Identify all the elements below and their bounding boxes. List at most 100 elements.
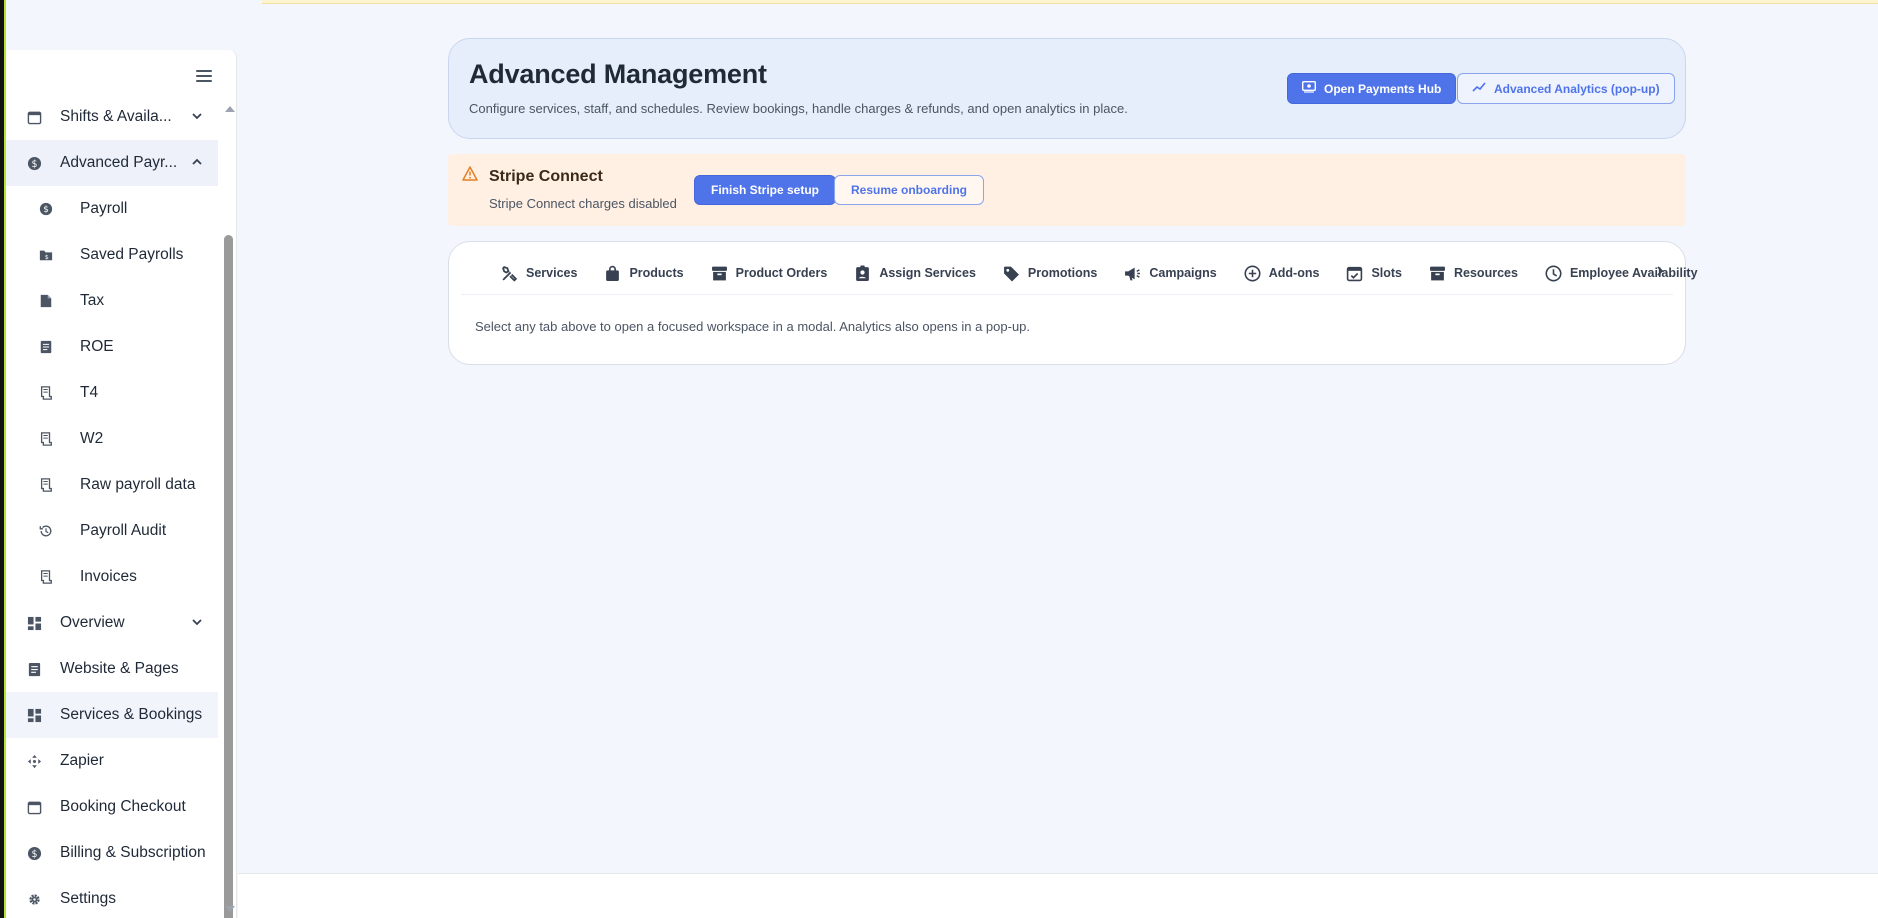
tab-label: Add-ons xyxy=(1268,266,1320,280)
document-icon xyxy=(38,339,54,355)
dollar-circle-icon: $ xyxy=(26,845,42,861)
tab-resources[interactable]: Resources xyxy=(1429,265,1518,282)
chevron-down-icon[interactable] xyxy=(190,109,204,123)
sidebar-item-label: Payroll xyxy=(80,200,128,217)
sidebar-item-booking-checkout[interactable]: Booking Checkout xyxy=(6,784,218,830)
tab-campaigns[interactable]: Campaigns xyxy=(1124,265,1217,282)
sidebar-item-saved-payrolls[interactable]: $ Saved Payrolls xyxy=(6,232,218,278)
dashboard-icon xyxy=(26,707,42,723)
scroll-up-arrow-icon[interactable] xyxy=(225,106,235,112)
folder-dollar-icon: $ xyxy=(38,247,54,263)
sidebar-item-raw-payroll-data[interactable]: Raw payroll data xyxy=(6,462,218,508)
sidebar-item-invoices[interactable]: Invoices xyxy=(6,554,218,600)
sidebar-item-label: Invoices xyxy=(80,568,137,585)
sidebar-item-payroll[interactable]: $ Payroll xyxy=(6,186,218,232)
tab-products[interactable]: Products xyxy=(604,265,684,282)
history-icon xyxy=(38,523,54,539)
stripe-connect-banner: Stripe Connect Stripe Connect charges di… xyxy=(448,154,1686,226)
sidebar-item-roe[interactable]: ROE xyxy=(6,324,218,370)
tab-assign-services[interactable]: Assign Services xyxy=(854,265,976,282)
resume-onboarding-button[interactable]: Resume onboarding xyxy=(834,175,985,205)
receipt-icon xyxy=(38,385,54,401)
megaphone-icon xyxy=(1124,265,1141,282)
tab-employee-availability[interactable]: Employee Availability xyxy=(1545,264,1698,282)
footer-bar xyxy=(238,873,1878,918)
svg-text:$: $ xyxy=(45,254,49,261)
calendar-check-icon xyxy=(1346,265,1363,282)
sidebar-item-label: Advanced Payr... xyxy=(60,154,178,171)
sidebar-item-settings[interactable]: Settings xyxy=(6,876,218,918)
tab-label: Products xyxy=(629,266,684,280)
svg-text:$: $ xyxy=(43,205,49,215)
sidebar-item-website-pages[interactable]: Website & Pages xyxy=(6,646,218,692)
sidebar-item-label: Services & Bookings xyxy=(60,706,203,723)
top-notice-band xyxy=(262,0,1878,4)
sidebar-item-label: Booking Checkout xyxy=(60,798,186,815)
sidebar-item-advanced-payroll[interactable]: $ Advanced Payr... xyxy=(6,140,218,186)
sidebar-item-label: Saved Payrolls xyxy=(80,246,184,263)
receipt-icon xyxy=(38,431,54,447)
bag-icon xyxy=(604,265,621,282)
sidebar-item-label: Shifts & Availa... xyxy=(60,108,172,125)
page-subtitle: Configure services, staff, and schedules… xyxy=(469,101,1128,116)
tabs-hint-text: Select any tab above to open a focused w… xyxy=(475,319,1031,334)
tab-label: Resources xyxy=(1454,266,1518,280)
scrollbar-thumb[interactable] xyxy=(224,235,233,918)
menu-toggle-icon[interactable] xyxy=(192,64,216,88)
sidebar-item-label: Overview xyxy=(60,614,125,631)
tab-label: Employee Availability xyxy=(1569,266,1698,280)
page-header-card: Advanced Management Configure services, … xyxy=(448,38,1686,139)
sidebar-item-label: Website & Pages xyxy=(60,660,179,677)
sidebar-item-w2[interactable]: W2 xyxy=(6,416,218,462)
sidebar-item-overview[interactable]: Overview xyxy=(6,600,218,646)
sidebar-item-shifts[interactable]: Shifts & Availa... xyxy=(6,94,218,140)
tab-slots[interactable]: Slots xyxy=(1346,265,1402,282)
tab-label: Product Orders xyxy=(735,266,828,280)
tab-services[interactable]: Services xyxy=(501,265,577,282)
sidebar-item-label: Billing & Subscription xyxy=(60,844,206,861)
sidebar-item-billing-subscription[interactable]: $ Billing & Subscription xyxy=(6,830,218,876)
plus-circle-icon xyxy=(1244,264,1261,282)
open-payments-hub-label: Open Payments Hub xyxy=(1324,81,1442,96)
chevron-down-icon[interactable] xyxy=(190,615,204,629)
open-payments-hub-button[interactable]: Open Payments Hub xyxy=(1287,73,1457,104)
stripe-connect-title: Stripe Connect xyxy=(489,168,603,185)
tab-label: Assign Services xyxy=(879,266,976,280)
tab-label: Campaigns xyxy=(1149,266,1217,280)
sidebar-item-label: T4 xyxy=(80,384,99,401)
dollar-circle-icon: $ xyxy=(38,201,54,217)
tab-promotions[interactable]: Promotions xyxy=(1003,265,1097,282)
sidebar-item-tax[interactable]: Tax xyxy=(6,278,218,324)
sidebar-item-label: Tax xyxy=(80,292,105,309)
sidebar-item-payroll-audit[interactable]: Payroll Audit xyxy=(6,508,218,554)
dollar-circle-icon: $ xyxy=(26,155,42,171)
tab-bar: Services Products Product Orders Assign … xyxy=(501,256,1725,290)
tab-label: Services xyxy=(526,266,578,280)
finish-stripe-setup-button[interactable]: Finish Stripe setup xyxy=(694,175,837,205)
finish-stripe-setup-label: Finish Stripe setup xyxy=(711,183,820,197)
chevron-right-icon[interactable] xyxy=(1653,264,1667,278)
tab-product-orders[interactable]: Product Orders xyxy=(711,265,828,282)
advanced-analytics-button[interactable]: Advanced Analytics (pop-up) xyxy=(1457,73,1675,104)
sidebar-item-label: Settings xyxy=(60,890,117,907)
file-icon xyxy=(38,293,54,309)
tools-icon xyxy=(501,265,518,282)
sidebar-item-label: W2 xyxy=(80,430,104,447)
gear-icon xyxy=(26,891,42,907)
tab-add-ons[interactable]: Add-ons xyxy=(1244,264,1320,282)
sidebar-item-label: Raw payroll data xyxy=(80,476,196,493)
sidebar-scrollbar[interactable] xyxy=(222,104,236,918)
tabs-divider xyxy=(461,294,1673,295)
sidebar-item-t4[interactable]: T4 xyxy=(6,370,218,416)
advanced-analytics-label: Advanced Analytics (pop-up) xyxy=(1494,81,1660,96)
sidebar-item-zapier[interactable]: Zapier xyxy=(6,738,218,784)
document-icon xyxy=(26,661,42,677)
chevron-up-icon[interactable] xyxy=(190,155,204,169)
tab-label: Promotions xyxy=(1027,266,1098,280)
sidebar-item-label: ROE xyxy=(80,338,114,355)
sidebar-item-label: Zapier xyxy=(60,752,104,769)
warning-icon xyxy=(462,166,478,182)
scroll-down-arrow-icon[interactable] xyxy=(225,906,235,912)
archive-icon xyxy=(1429,265,1446,282)
sidebar-item-services-bookings[interactable]: Services & Bookings xyxy=(6,692,218,738)
